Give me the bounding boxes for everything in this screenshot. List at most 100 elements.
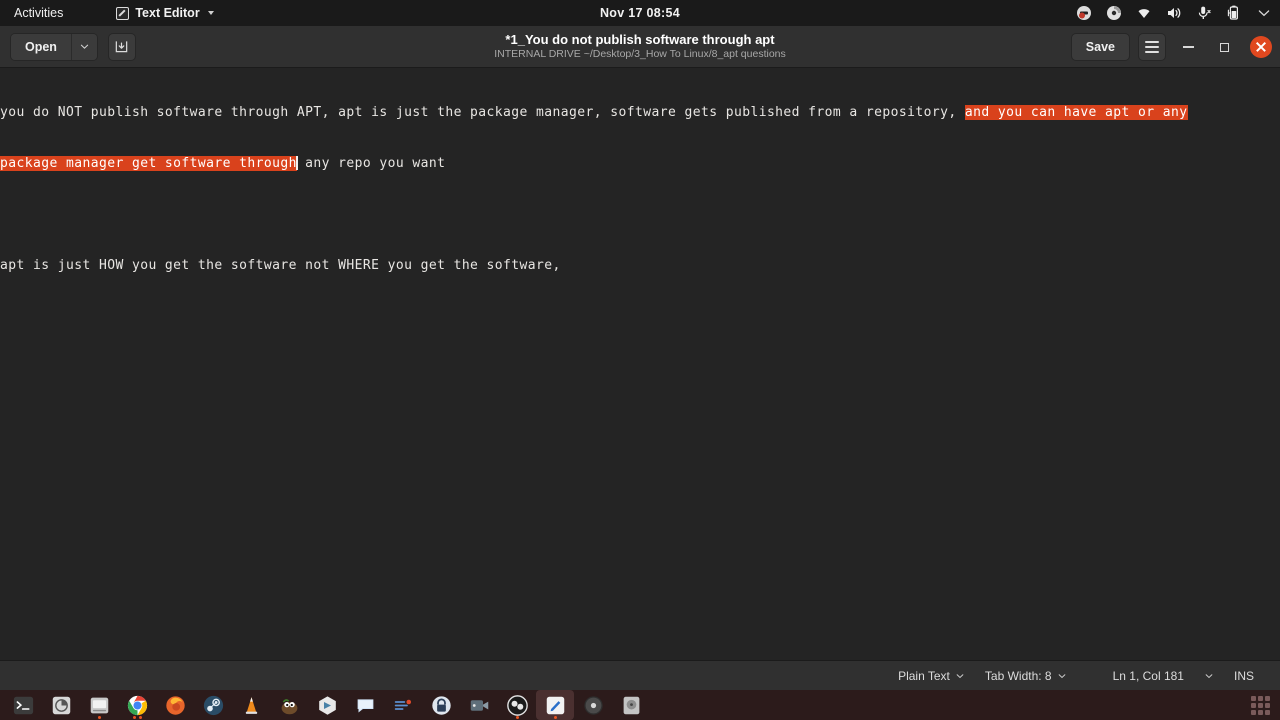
disc-burner-icon [583,695,603,715]
gnome-top-bar: Activities Text Editor Nov 17 08:54 [0,0,1280,26]
minimize-icon[interactable] [1174,33,1202,61]
cursor-position-label: Ln 1, Col 181 [1112,668,1184,683]
text-editor-icon [546,696,564,714]
page-title: *1_You do not publish software through a… [505,32,775,47]
dock-item-messaging[interactable] [346,690,384,720]
dock-item-list [4,690,650,720]
running-indicator [515,715,519,719]
chevron-down-icon [80,44,89,49]
wifi-icon [1138,9,1150,18]
running-indicator [553,715,557,719]
tab-width-selector[interactable]: Tab Width: 8 [975,665,1077,687]
screencast-recording-icon [1077,6,1091,20]
video-editor-icon [470,699,488,711]
grid-dot [1264,709,1270,715]
system-tray[interactable] [1076,0,1272,26]
editor-line-1: you do NOT publish software through APT,… [0,104,1280,121]
dock-item-gimp[interactable] [270,690,308,720]
dock-item-files[interactable] [80,690,118,720]
editor-line-4: apt is just HOW you get the software not… [0,258,561,273]
dock-item-vlc-media-player[interactable] [232,690,270,720]
chevron-down-icon [1258,10,1270,17]
open-dropdown-button[interactable] [70,33,97,60]
cursor-position-dropdown[interactable] [1194,665,1224,687]
tab-width-label: Tab Width: 8 [984,668,1052,683]
disks-utility-icon [623,696,639,714]
dock-item-disc-burner[interactable] [574,690,612,720]
editor-line-2-plain: any repo you want [296,156,446,171]
show-applications-button[interactable] [1250,695,1270,715]
maximize-icon[interactable] [1210,33,1238,61]
save-to-file-icon [116,41,128,53]
taskbar-dock [0,690,1280,720]
dock-item-terminal[interactable] [4,690,42,720]
chevron-down-icon [956,673,964,678]
language-label: Plain Text [898,668,950,683]
google-chrome-icon [127,695,147,715]
text-editor-icon [116,6,130,20]
open-button-group[interactable]: Open [10,32,98,61]
dock-item-password-manager[interactable] [422,690,460,720]
vlc-cone-icon [245,696,257,714]
dock-item-steam[interactable] [194,690,232,720]
obs-studio-icon [506,694,528,716]
save-as-button[interactable] [107,32,136,61]
editor-line-1-plain: you do NOT publish software through APT,… [0,105,965,120]
messaging-icon [357,698,373,712]
steam-icon [203,695,223,715]
audio-editor-icon [394,699,411,710]
close-icon [1250,36,1272,58]
dock-item-video-editor[interactable] [460,690,498,720]
dock-item-text-editor[interactable] [536,690,574,720]
file-path-subtitle: INTERNAL DRIVE ~/Desktop/3_How To Linux/… [494,48,786,60]
app-menu-button[interactable]: Text Editor [109,0,220,26]
editor-line-1-selected: and you can have apt or any [964,105,1188,120]
grid-dot [1264,695,1270,701]
dock-item-obs-studio[interactable] [498,690,536,720]
dock-item-firefox[interactable] [156,690,194,720]
grid-dot [1250,695,1256,701]
language-selector[interactable]: Plain Text [888,665,975,687]
microphone-muted-icon [1198,6,1211,19]
clock-button[interactable]: Nov 17 08:54 [540,6,740,20]
editor-status-bar: Plain Text Tab Width: 8 Ln 1, Col 181 IN… [0,660,1280,690]
disk-usage-analyzer-icon [52,696,70,714]
grid-dot [1264,702,1270,708]
window-title-area: *1_You do not publish software through a… [320,32,960,61]
editor-line-2-selected: package manager get software through [0,156,297,171]
cursor-position-selector[interactable]: Ln 1, Col 181 [1103,665,1194,687]
grid-dot [1250,709,1256,715]
dock-item-audio-editor[interactable] [384,690,422,720]
disk-icon [1107,6,1121,20]
editor-line-2: package manager get software through any… [0,155,1280,172]
grid-dot [1250,702,1256,708]
grid-dot [1257,695,1263,701]
hamburger-menu-icon[interactable] [1138,33,1166,61]
vscodium-icon [318,695,336,715]
open-button[interactable]: Open [11,33,71,60]
dock-item-google-chrome[interactable] [118,690,156,720]
running-indicator [97,715,101,719]
battery-icon [1227,5,1239,20]
terminal-icon [13,696,33,714]
grid-dot [1257,709,1263,715]
activities-button[interactable]: Activities [4,0,73,26]
close-button[interactable] [1246,33,1274,61]
firefox-icon [165,695,185,715]
editor-line-3-blank [0,206,1280,223]
window-header-bar: Open *1_You do not publish software thro… [0,26,1280,68]
grid-dot [1257,702,1263,708]
chevron-down-icon [1205,673,1213,678]
chevron-down-icon [207,11,214,15]
password-manager-lock-icon [431,695,451,715]
files-icon [90,697,108,713]
app-menu-label: Text Editor [135,6,200,20]
chevron-down-icon [1058,673,1065,678]
save-button[interactable]: Save [1070,33,1130,61]
text-editor-content[interactable]: you do NOT publish software through APT,… [0,68,1280,660]
volume-icon [1168,8,1181,18]
insert-mode-indicator[interactable]: INS [1224,665,1264,687]
dock-item-disk-usage-analyzer[interactable] [42,690,80,720]
dock-item-vscodium[interactable] [308,690,346,720]
dock-item-disks-utility[interactable] [612,690,650,720]
